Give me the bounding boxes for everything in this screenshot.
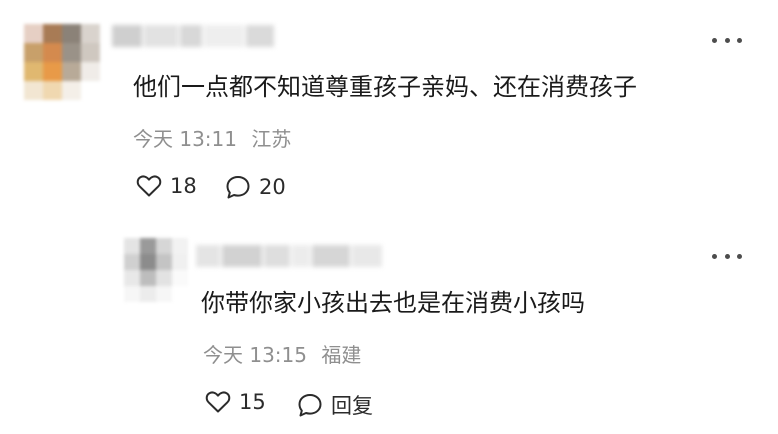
comment-time: 今天 13:15 xyxy=(203,343,307,367)
more-icon[interactable] xyxy=(712,249,742,263)
comment-text: 你带你家小孩出去也是在消费小孩吗 xyxy=(201,289,585,317)
comment-meta: 今天 13:15 福建 xyxy=(203,342,361,368)
reply-count: 20 xyxy=(259,175,286,199)
reply-label: 回复 xyxy=(331,394,373,418)
avatar[interactable] xyxy=(124,238,188,302)
comment-item: 他们一点都不知道尊重孩子亲妈、还在消费孩子 今天 13:11 江苏 18 20 xyxy=(0,0,778,225)
like-count: 15 xyxy=(239,390,266,414)
username[interactable] xyxy=(196,245,384,267)
comment-location: 江苏 xyxy=(251,127,292,151)
comment-meta: 今天 13:11 江苏 xyxy=(133,126,291,152)
heart-icon xyxy=(205,391,231,413)
reply-item: 你带你家小孩出去也是在消费小孩吗 今天 13:15 福建 15 回复 xyxy=(0,225,778,434)
like-button[interactable]: 15 xyxy=(205,390,266,414)
more-icon[interactable] xyxy=(712,33,742,47)
comment-text: 他们一点都不知道尊重孩子亲妈、还在消费孩子 xyxy=(133,73,637,101)
username[interactable] xyxy=(112,25,276,47)
speech-bubble-icon xyxy=(226,176,250,199)
heart-icon xyxy=(136,175,162,197)
speech-bubble-icon xyxy=(298,394,322,417)
comment-location: 福建 xyxy=(321,343,362,367)
reply-button[interactable]: 回复 xyxy=(297,390,373,420)
reply-button[interactable]: 20 xyxy=(225,174,286,200)
like-button[interactable]: 18 xyxy=(136,174,197,198)
like-count: 18 xyxy=(170,174,197,198)
comment-time: 今天 13:11 xyxy=(133,127,237,151)
avatar[interactable] xyxy=(24,24,100,100)
